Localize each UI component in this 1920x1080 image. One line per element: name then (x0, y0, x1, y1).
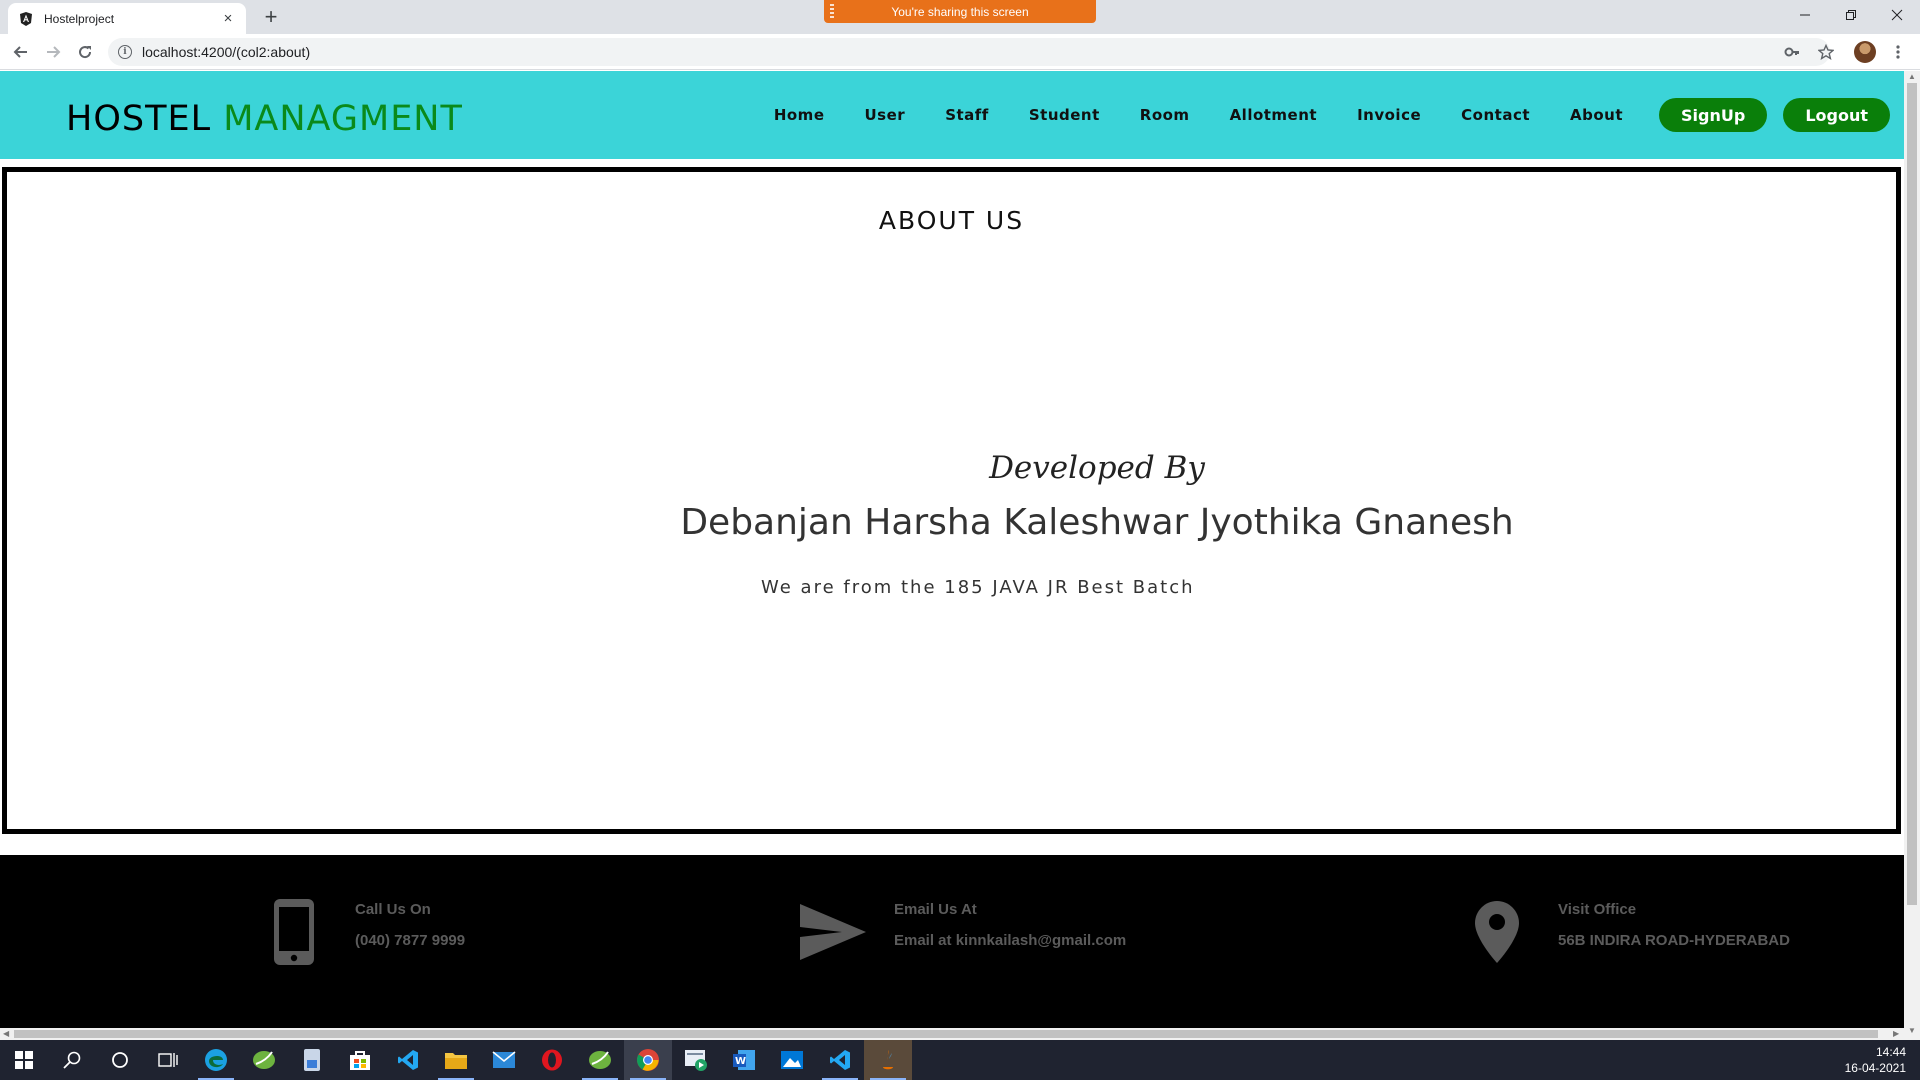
vertical-scroll-thumb[interactable] (1907, 83, 1917, 905)
windows-taskbar: W 14:44 16-04-2021 (0, 1040, 1920, 1080)
footer-visit: Visit Office 56B INDIRA ROAD-HYDERABAD (1462, 897, 1790, 967)
clock-date: 16-04-2021 (1844, 1061, 1906, 1075)
profile-avatar[interactable] (1853, 40, 1877, 64)
store-icon[interactable] (336, 1040, 384, 1080)
nav-room[interactable]: Room (1120, 106, 1210, 124)
address-bar[interactable]: i localhost:4200/(col2:about) (108, 38, 1830, 66)
footer-call: Call Us On (040) 7877 9999 (259, 897, 465, 967)
site-header: HOSTEL MANAGMENT Home User Staff Student… (0, 71, 1904, 159)
developer-names: Debanjan Harsha Kaleshwar Jyothika Gnane… (680, 502, 1514, 543)
nav-staff[interactable]: Staff (925, 106, 1009, 124)
nav-home[interactable]: Home (754, 106, 845, 124)
edge-browser-icon[interactable] (192, 1040, 240, 1080)
word-icon[interactable]: W (720, 1040, 768, 1080)
visit-label: Visit Office (1558, 901, 1637, 918)
url-text[interactable]: localhost:4200/(col2:about) (142, 44, 310, 60)
chrome-icon[interactable] (624, 1040, 672, 1080)
site-info-icon[interactable]: i (118, 45, 132, 59)
photos-icon[interactable] (768, 1040, 816, 1080)
visit-value: 56B INDIRA ROAD-HYDERABAD (1558, 932, 1790, 949)
key-icon[interactable] (1780, 40, 1804, 64)
new-tab-button[interactable]: + (258, 4, 284, 30)
mail-icon[interactable] (480, 1040, 528, 1080)
vertical-scrollbar[interactable]: ▲ ▼ (1904, 71, 1920, 1040)
vscode-icon[interactable] (384, 1040, 432, 1080)
media-app-icon[interactable] (672, 1040, 720, 1080)
site-footer: Call Us On (040) 7877 9999 Email Us At E… (0, 855, 1904, 1029)
task-view-icon[interactable] (144, 1040, 192, 1080)
call-value[interactable]: (040) 7877 9999 (355, 932, 465, 949)
call-label: Call Us On (355, 901, 431, 918)
cortana-icon[interactable] (96, 1040, 144, 1080)
scroll-down-icon[interactable]: ▼ (1908, 1026, 1916, 1035)
scroll-up-icon[interactable]: ▲ (1908, 72, 1916, 81)
back-arrow-icon[interactable] (9, 40, 33, 64)
signup-button[interactable]: SignUp (1659, 98, 1768, 132)
footer-email: Email Us At Email at kinnkailash@gmail.c… (798, 897, 1126, 967)
email-label: Email Us At (894, 901, 977, 918)
reload-icon[interactable] (73, 40, 97, 64)
phone-icon (259, 897, 329, 967)
browser-tab[interactable]: Hostelproject × (8, 3, 246, 34)
tab-title: Hostelproject (44, 11, 115, 26)
nav-allotment[interactable]: Allotment (1210, 106, 1338, 124)
svg-text:W: W (735, 1056, 746, 1067)
bookmark-star-icon[interactable] (1814, 40, 1838, 64)
horizontal-scrollbar[interactable]: ◀ ▶ (0, 1028, 1904, 1040)
close-window-icon[interactable] (1874, 0, 1920, 30)
about-section: ABOUT US Developed By Debanjan Harsha Ka… (2, 167, 1901, 834)
tab-close-icon[interactable]: × (220, 10, 236, 27)
nav-contact[interactable]: Contact (1441, 106, 1550, 124)
nav-invoice[interactable]: Invoice (1337, 106, 1441, 124)
browser-menu-icon[interactable] (1886, 40, 1910, 64)
opera-icon[interactable] (528, 1040, 576, 1080)
browser-tab-strip: Hostelproject × + You're sharing this sc… (0, 0, 1920, 34)
screen-sharing-banner[interactable]: You're sharing this screen (824, 0, 1096, 23)
restore-icon[interactable] (1828, 0, 1874, 30)
file-explorer-icon[interactable] (432, 1040, 480, 1080)
drag-handle-icon[interactable] (830, 4, 834, 18)
spring-tool-2-icon[interactable] (576, 1040, 624, 1080)
java-app-icon[interactable] (864, 1040, 912, 1080)
forward-arrow-icon[interactable] (41, 40, 65, 64)
page-title: ABOUT US (878, 206, 1025, 235)
windows-start-icon[interactable] (0, 1040, 48, 1080)
horizontal-scroll-thumb[interactable] (14, 1030, 1878, 1038)
spring-tool-icon[interactable] (240, 1040, 288, 1080)
vscode-2-icon[interactable] (816, 1040, 864, 1080)
batch-text: We are from the 185 JAVA JR Best Batch (761, 577, 1195, 598)
minimize-icon[interactable] (1782, 0, 1828, 30)
nav-about[interactable]: About (1550, 106, 1643, 124)
file-app-icon[interactable] (288, 1040, 336, 1080)
nav-student[interactable]: Student (1009, 106, 1120, 124)
nav-user[interactable]: User (845, 106, 926, 124)
sharing-banner-text: You're sharing this screen (891, 4, 1029, 19)
angular-favicon-icon (18, 11, 34, 27)
logout-button[interactable]: Logout (1783, 98, 1890, 132)
email-value[interactable]: Email at kinnkailash@gmail.com (894, 932, 1126, 949)
logo-managment: MANAGMENT (223, 99, 463, 139)
site-logo[interactable]: HOSTEL MANAGMENT (66, 99, 463, 139)
browser-toolbar: i localhost:4200/(col2:about) (0, 34, 1920, 70)
send-icon (798, 897, 868, 967)
page-viewport: HOSTEL MANAGMENT Home User Staff Student… (0, 71, 1904, 1029)
search-icon[interactable] (48, 1040, 96, 1080)
scroll-left-icon[interactable]: ◀ (3, 1029, 9, 1038)
map-pin-icon (1462, 897, 1532, 967)
logo-hostel: HOSTEL (66, 99, 212, 139)
developed-by-heading: Developed By (989, 450, 1205, 486)
scroll-right-icon[interactable]: ▶ (1893, 1029, 1899, 1038)
main-nav: Home User Staff Student Room Allotment I… (754, 71, 1904, 159)
window-controls (1782, 0, 1920, 30)
clock-time: 14:44 (1875, 1045, 1906, 1059)
taskbar-clock[interactable]: 14:44 16-04-2021 (1845, 1044, 1906, 1076)
